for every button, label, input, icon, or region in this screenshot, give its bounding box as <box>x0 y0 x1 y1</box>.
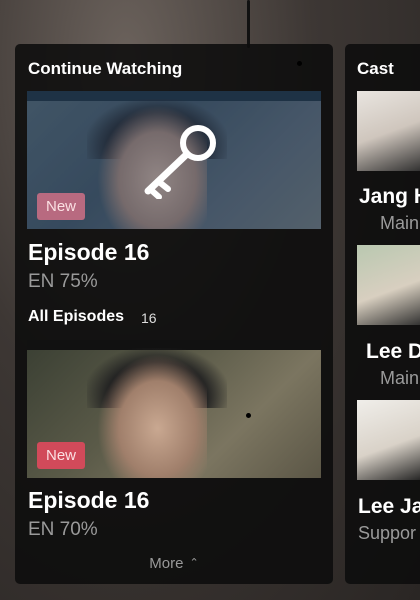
stray-dot <box>297 61 302 66</box>
cast-role: Main <box>380 368 420 388</box>
chevron-up-icon: ⌃ <box>189 557 199 569</box>
cast-role: Main <box>380 213 420 233</box>
key-icon <box>144 125 216 199</box>
cast-role: Suppor <box>358 523 417 543</box>
cast-photo[interactable] <box>357 91 420 171</box>
new-badge: New <box>37 442 86 469</box>
all-episodes-link[interactable]: All Episodes <box>28 308 124 326</box>
cast-name[interactable]: Lee Ja <box>358 495 420 519</box>
new-badge: New <box>37 193 86 220</box>
thumbnail-figure-face <box>97 354 207 478</box>
continue-watching-title: Continue Watching <box>28 59 183 78</box>
continue-watching-panel: Continue Watching New Episode 16 EN 75% … <box>15 44 333 584</box>
episode-title[interactable]: Episode 16 <box>28 239 149 266</box>
episode-thumbnail[interactable]: New <box>27 91 321 229</box>
cast-panel: Cast Jang H Main Lee D Main Lee Ja Suppo… <box>345 44 420 584</box>
cast-name[interactable]: Jang H <box>359 185 420 209</box>
cast-photo[interactable] <box>357 400 420 480</box>
cast-title: Cast <box>357 59 394 78</box>
episode-title[interactable]: Episode 16 <box>28 487 149 514</box>
stray-dot <box>246 413 251 418</box>
more-button[interactable]: More ⌃ <box>15 555 333 572</box>
episode-progress: EN 70% <box>28 519 98 540</box>
cast-photo[interactable] <box>357 245 420 325</box>
background-cord <box>247 0 250 48</box>
cast-name[interactable]: Lee D <box>366 340 420 364</box>
episode-progress: EN 75% <box>28 271 98 292</box>
more-label: More <box>149 555 184 572</box>
all-episodes-count: 16 <box>141 310 157 326</box>
episode-thumbnail[interactable]: New <box>27 340 321 478</box>
